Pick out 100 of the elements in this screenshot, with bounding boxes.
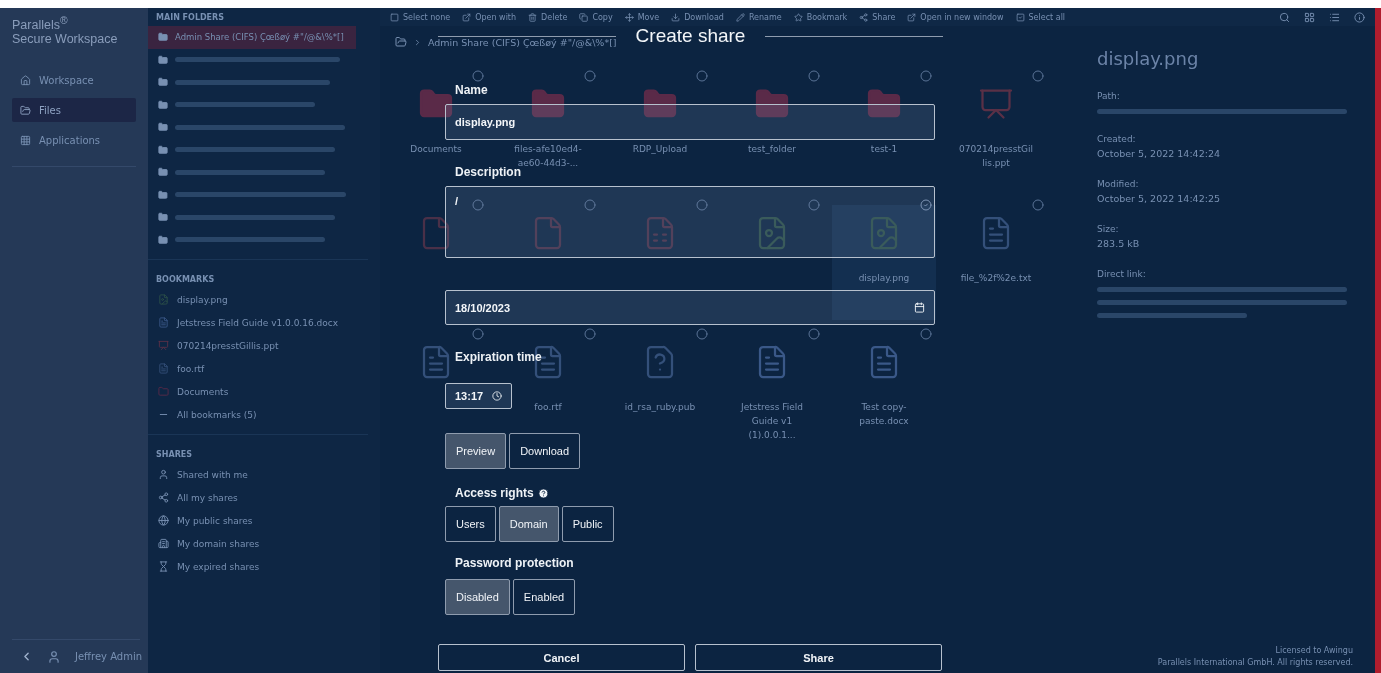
list-view-icon[interactable] bbox=[1329, 11, 1340, 23]
clock-icon[interactable] bbox=[492, 391, 502, 401]
file-name[interactable]: file_%2f%2e.txt bbox=[959, 271, 1033, 285]
mode-toggle[interactable]: Preview bbox=[445, 433, 507, 469]
license-text: Licensed to Awingu bbox=[1275, 646, 1353, 655]
share-link[interactable]: All my shares bbox=[148, 486, 380, 509]
file-name[interactable]: test-1 bbox=[847, 142, 921, 156]
file-name[interactable]: RDP_Upload bbox=[623, 142, 697, 156]
file-name[interactable]: id_rsa_ruby.pub bbox=[623, 400, 697, 414]
folder-icon bbox=[158, 212, 168, 223]
folder-icon bbox=[158, 234, 168, 245]
presentation-file-icon[interactable] bbox=[978, 86, 1014, 122]
bookmark-item[interactable]: Documents bbox=[148, 380, 368, 403]
help-icon[interactable] bbox=[537, 487, 549, 499]
checked-circle-icon[interactable] bbox=[920, 199, 932, 211]
search-icon[interactable] bbox=[1279, 11, 1290, 23]
access-toggle[interactable]: Public bbox=[561, 506, 614, 542]
share-link[interactable]: My domain shares bbox=[148, 532, 380, 555]
share-link[interactable]: My expired shares bbox=[148, 555, 380, 578]
folder-icon bbox=[158, 122, 168, 133]
circle-icon[interactable] bbox=[584, 70, 596, 82]
toolbar-action[interactable]: Open in new window bbox=[907, 12, 1004, 22]
circle-icon[interactable] bbox=[696, 199, 708, 211]
toolbar-action[interactable]: Bookmark bbox=[793, 12, 848, 22]
circle-icon[interactable] bbox=[472, 70, 484, 82]
file-name[interactable]: Test copy-paste.docx bbox=[847, 400, 921, 428]
toolbar-action[interactable]: Delete bbox=[528, 12, 568, 22]
circle-icon[interactable] bbox=[920, 70, 932, 82]
download-icon bbox=[671, 12, 681, 22]
time-field[interactable]: 13:17 bbox=[445, 383, 512, 409]
folder-icon bbox=[158, 144, 168, 155]
description-field[interactable]: / bbox=[445, 186, 935, 258]
info-icon[interactable] bbox=[1354, 11, 1365, 23]
password-toggle[interactable]: Disabled bbox=[445, 579, 510, 615]
circle-icon[interactable] bbox=[472, 199, 484, 211]
folder-icon bbox=[158, 77, 168, 88]
nav-item[interactable]: Workspace bbox=[12, 68, 136, 93]
circle-icon[interactable] bbox=[1032, 199, 1044, 211]
toolbar-action[interactable]: Move bbox=[624, 12, 660, 22]
detail-value: October 5, 2022 14:42:24 bbox=[1097, 148, 1220, 159]
folder-icon bbox=[395, 36, 407, 48]
access-toggle[interactable]: Domain bbox=[498, 506, 559, 542]
breadcrumb: Admin Share (CIFS) Çœßøý #"/@&\%*[] bbox=[428, 36, 617, 48]
circle-icon[interactable] bbox=[584, 199, 596, 211]
folder-icon bbox=[158, 189, 168, 200]
name-field[interactable]: display.png bbox=[445, 104, 935, 140]
share-link[interactable]: My public shares bbox=[148, 509, 380, 532]
password-toggle[interactable]: Enabled bbox=[512, 579, 576, 615]
circle-icon[interactable] bbox=[1032, 70, 1044, 82]
user-name: Jeffrey Admin bbox=[75, 651, 142, 662]
bookmark-item[interactable]: 070214presstGillis.ppt bbox=[148, 334, 368, 357]
circle-icon[interactable] bbox=[584, 328, 596, 340]
folder-icon bbox=[158, 32, 168, 43]
share-link[interactable]: Shared with me bbox=[148, 463, 380, 486]
nav-item[interactable]: Files bbox=[12, 98, 136, 123]
toolbar-action[interactable]: Copy bbox=[579, 12, 613, 22]
bookmark-item[interactable]: Jetstress Field Guide v1.0.0.16.docx bbox=[148, 311, 368, 334]
circle-icon[interactable] bbox=[696, 328, 708, 340]
logo-title: Parallels$^{®}$ bbox=[12, 14, 69, 33]
circle-icon[interactable] bbox=[472, 328, 484, 340]
toolbar-action[interactable]: Select all bbox=[1015, 12, 1066, 22]
cancel-button[interactable]: Cancel bbox=[438, 644, 685, 671]
share-icon bbox=[158, 492, 169, 503]
trash-icon bbox=[528, 12, 538, 22]
circle-icon[interactable] bbox=[920, 328, 932, 340]
field-label: Access rights bbox=[455, 485, 534, 501]
calendar-icon[interactable] bbox=[914, 302, 925, 313]
circle-icon[interactable] bbox=[808, 328, 820, 340]
share-button[interactable]: Share bbox=[695, 644, 942, 671]
toolbar-action[interactable]: Open with bbox=[462, 12, 517, 22]
folder-item[interactable]: Admin Share (CIFS) Çœßøý #"/@&\%*[] bbox=[148, 26, 356, 49]
circle-icon[interactable] bbox=[808, 70, 820, 82]
access-toggle[interactable]: Users bbox=[445, 506, 496, 542]
grid-view-icon[interactable] bbox=[1304, 11, 1315, 23]
bookmark-item[interactable]: display.png bbox=[148, 288, 368, 311]
toolbar-action[interactable]: Select none bbox=[390, 12, 451, 22]
nav-item[interactable]: Applications bbox=[12, 128, 136, 153]
toolbar-action[interactable]: Rename bbox=[735, 12, 782, 22]
toolbar-action[interactable]: Share bbox=[859, 12, 896, 22]
user-icon bbox=[158, 469, 169, 480]
section-heading: BOOKMARKS bbox=[155, 274, 216, 286]
circle-icon[interactable] bbox=[696, 70, 708, 82]
section-heading: MAIN FOLDERS bbox=[155, 12, 225, 24]
mode-toggle[interactable]: Download bbox=[509, 433, 581, 469]
toolbar-action[interactable]: Download bbox=[671, 12, 724, 22]
file-name[interactable]: foo.rtf bbox=[511, 400, 585, 414]
copyright-text: Parallels International GmbH. All rights reserved. bbox=[1157, 658, 1353, 667]
file-name[interactable]: Documents bbox=[399, 142, 473, 156]
bookmark-item[interactable]: All bookmarks (5) bbox=[148, 403, 368, 426]
file-name[interactable]: display.png bbox=[847, 271, 921, 285]
file-name[interactable]: Jetstress Field Guide v1 (1).0.0.1... bbox=[735, 400, 809, 442]
bookmark-item[interactable]: foo.rtf bbox=[148, 357, 368, 380]
folder-icon bbox=[158, 54, 168, 65]
share-icon bbox=[859, 12, 869, 22]
file-name[interactable]: 070214presstGillis.ppt bbox=[959, 142, 1033, 170]
file-name[interactable]: test_folder bbox=[735, 142, 809, 156]
user-avatar-icon bbox=[47, 649, 61, 664]
circle-icon[interactable] bbox=[808, 199, 820, 211]
date-field[interactable]: 18/10/2023 bbox=[445, 290, 935, 325]
star-icon bbox=[793, 12, 803, 22]
